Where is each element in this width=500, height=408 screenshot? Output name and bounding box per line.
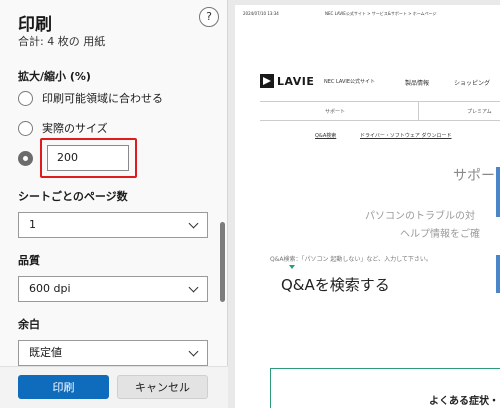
- select-value: 既定値: [29, 346, 62, 359]
- quality-select[interactable]: 600 dpi: [18, 276, 208, 302]
- preview-page: 2024/07/10 13:34 NEC LAVIE公式サイト > サービス&サ…: [235, 5, 500, 408]
- chevron-down-icon: [188, 346, 199, 357]
- pages-per-sheet-select[interactable]: 1: [18, 212, 208, 238]
- support-heading: サポー: [453, 168, 495, 184]
- print-settings-panel: 印刷 合計: 4 枚の 用紙 ? 拡大/縮小 (%) 印刷可能領域に合わせる 実…: [0, 0, 228, 408]
- margins-select[interactable]: 既定値: [18, 340, 208, 366]
- link-driver-download: ドライバー・ソフトウェア ダウンロード: [360, 133, 452, 139]
- subnav-bar: [260, 101, 500, 121]
- tagline-line-1: パソコンのトラブルの対: [365, 211, 475, 222]
- link-qa-search: Q&A検索: [315, 133, 337, 139]
- radio-label: 印刷可能領域に合わせる: [42, 92, 163, 105]
- radio-button-icon[interactable]: [18, 90, 33, 106]
- subnav-item-support: サポート: [325, 109, 346, 115]
- radio-custom-scale[interactable]: [18, 148, 33, 168]
- margins-label: 余白: [18, 318, 40, 331]
- subnav-item-premium: プレミアム: [467, 109, 492, 115]
- lavie-logo-icon: [260, 74, 274, 88]
- page-header-date: 2024/07/10 13:34: [243, 11, 279, 16]
- site-name: NEC LAVIE公式サイト: [324, 79, 376, 85]
- pages-per-sheet-label: シートごとのページ数: [18, 190, 128, 203]
- panel-title: 印刷: [18, 15, 52, 35]
- select-value: 600 dpi: [29, 282, 71, 295]
- side-tab-marker: [496, 255, 500, 293]
- qa-search-title: Q&Aを検索する: [281, 276, 390, 294]
- tagline-line-2: ヘルプ情報をご確: [400, 229, 480, 240]
- help-icon[interactable]: ?: [199, 7, 219, 27]
- panel-scrollbar-thumb[interactable]: [220, 222, 225, 302]
- faq-title: よくある症状・: [429, 396, 499, 407]
- radio-button-icon[interactable]: [18, 120, 33, 136]
- lavie-logo: LAVIE: [260, 74, 314, 88]
- chevron-down-icon: [188, 218, 199, 229]
- side-tab-marker: [496, 167, 500, 217]
- cancel-button[interactable]: キャンセル: [117, 375, 208, 399]
- nav-item-shopping: ショッピング: [454, 80, 491, 87]
- scale-section-label: 拡大/縮小 (%): [18, 70, 91, 83]
- nav-item-products: 製品情報: [405, 80, 430, 87]
- quality-label: 品質: [18, 254, 40, 267]
- select-value: 1: [29, 218, 36, 231]
- page-header-title: NEC LAVIE公式サイト > サービス&サポート > ホームページ: [325, 11, 437, 16]
- triangle-marker-icon: [289, 265, 295, 269]
- sheet-count: 合計: 4 枚の 用紙: [18, 35, 106, 48]
- logo-text: LAVIE: [277, 74, 315, 88]
- radio-fit-to-printable[interactable]: 印刷可能領域に合わせる: [18, 88, 163, 108]
- radio-label: 実際のサイズ: [42, 122, 108, 135]
- print-button[interactable]: 印刷: [18, 375, 109, 399]
- search-hint-text: Q&A検索：「パソコン 起動しない」など、入力して下さい。: [270, 256, 432, 263]
- radio-button-selected-icon[interactable]: [18, 150, 33, 166]
- annotation-highlight-box: [40, 138, 137, 178]
- radio-actual-size[interactable]: 実際のサイズ: [18, 118, 108, 138]
- print-preview-area: 2024/07/10 13:34 NEC LAVIE公式サイト > サービス&サ…: [229, 0, 500, 408]
- subnav-divider: [418, 101, 419, 121]
- chevron-down-icon: [188, 282, 199, 293]
